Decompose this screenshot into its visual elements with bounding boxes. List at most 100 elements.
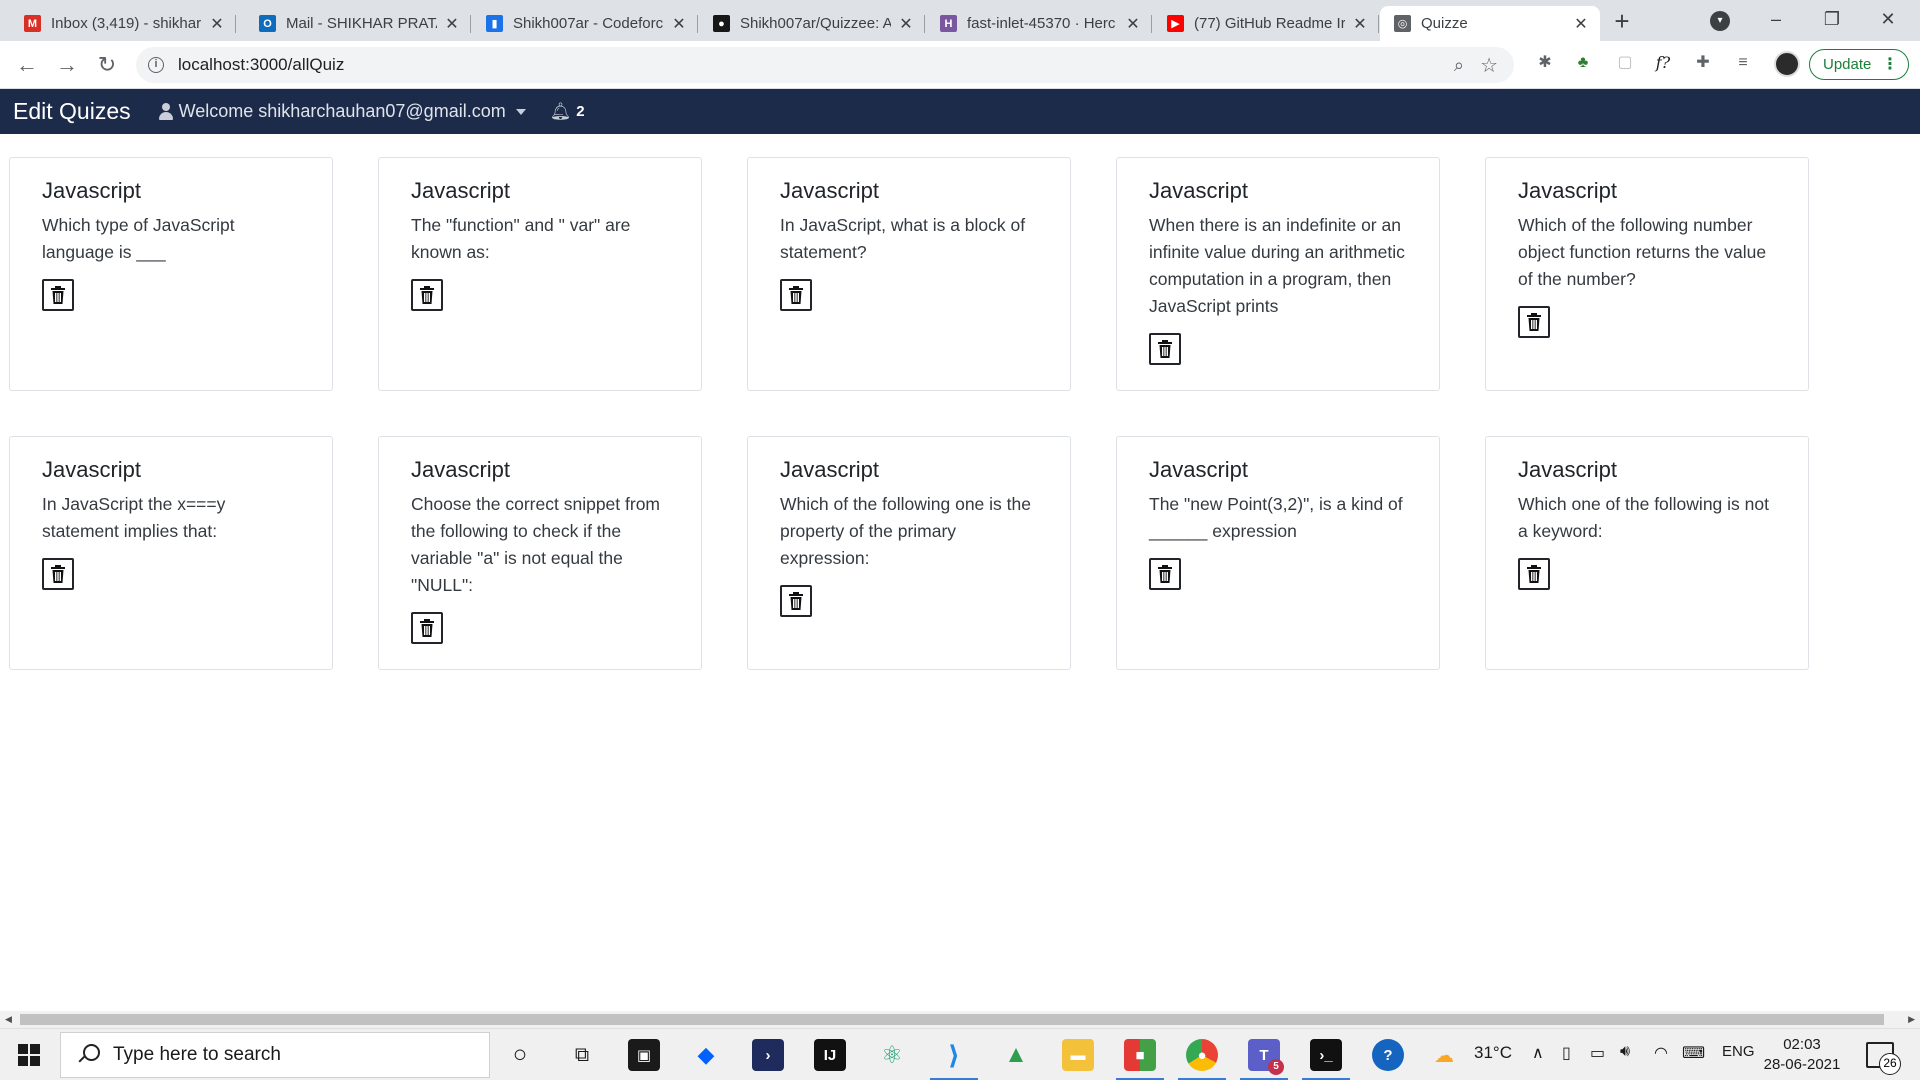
vscode-icon[interactable]: ⟩ — [938, 1039, 970, 1071]
cortana-icon[interactable]: ○ — [504, 1039, 536, 1071]
close-tab-icon[interactable]: ✕ — [1124, 14, 1142, 34]
back-icon[interactable]: ← — [14, 52, 40, 78]
extensions-puzzle-icon[interactable]: ✚ — [1692, 52, 1714, 74]
browser-tab[interactable]: ◎ Quizze ✕ — [1380, 6, 1600, 41]
quiz-question: Which of the following number object fun… — [1518, 215, 1767, 289]
reload-icon[interactable]: ↻ — [94, 52, 120, 78]
address-bar[interactable]: i localhost:3000/allQuiz ⌕ ☆ — [136, 47, 1514, 83]
quiz-question: Choose the correct snippet from the foll… — [411, 494, 661, 595]
terminal-icon[interactable]: ›_ — [1310, 1039, 1342, 1071]
delete-quiz-button[interactable] — [42, 279, 74, 311]
bookmark-star-icon[interactable]: ☆ — [1480, 53, 1498, 78]
notifications[interactable]: 🔔︎ 2 — [550, 102, 585, 122]
formula-extension-icon[interactable]: f? — [1652, 52, 1674, 74]
windows-start-icon[interactable] — [18, 1044, 40, 1066]
close-tab-icon[interactable]: ✕ — [670, 14, 688, 34]
quiz-grid: Javascript Which type of JavaScript langu… — [9, 157, 1809, 670]
quiz-card: Javascript Which one of the following is … — [1485, 436, 1809, 670]
taskbar-search-box[interactable]: Type here to search — [60, 1032, 490, 1078]
winrar-icon[interactable]: ■ — [1124, 1039, 1156, 1071]
tab-separator — [235, 15, 236, 33]
delete-quiz-button[interactable] — [1149, 333, 1181, 365]
delete-quiz-button[interactable] — [411, 612, 443, 644]
delete-quiz-button[interactable] — [411, 279, 443, 311]
dropbox-icon[interactable]: ◆ — [690, 1039, 722, 1071]
trash-icon — [51, 565, 65, 583]
quiz-question: In JavaScript the x===y statement implie… — [42, 494, 226, 541]
update-button[interactable]: Update ⋮ — [1809, 49, 1909, 80]
browser-tab[interactable]: ▶ (77) GitHub Readme Ir ✕ — [1153, 6, 1379, 41]
close-tab-icon[interactable]: ✕ — [443, 14, 461, 34]
teams-icon[interactable]: T5 — [1248, 1039, 1284, 1075]
tray-device-icon[interactable]: ▯ — [1562, 1043, 1571, 1063]
forward-icon[interactable]: → — [54, 52, 80, 78]
address-url[interactable]: localhost:3000/allQuiz — [178, 55, 344, 75]
site-info-icon[interactable]: i — [148, 57, 164, 73]
action-center-icon[interactable]: 26 — [1866, 1042, 1901, 1075]
scrollbar-thumb[interactable] — [20, 1014, 1884, 1025]
trash-icon — [420, 619, 434, 637]
tray-chevron-up-icon[interactable]: ∧ — [1532, 1043, 1544, 1063]
tab-separator — [924, 15, 925, 33]
delete-quiz-button[interactable] — [780, 279, 812, 311]
task-view-icon[interactable]: ⧉ — [566, 1039, 598, 1071]
delete-quiz-button[interactable] — [1518, 306, 1550, 338]
delete-quiz-button[interactable] — [42, 558, 74, 590]
tab-separator — [697, 15, 698, 33]
search-icon — [77, 1044, 100, 1066]
delete-quiz-button[interactable] — [1149, 558, 1181, 590]
store-icon[interactable]: ▣ — [628, 1039, 660, 1071]
language-indicator[interactable]: ENG — [1722, 1043, 1755, 1060]
chrome-icon[interactable]: ● — [1186, 1039, 1218, 1071]
close-tab-icon[interactable]: ✕ — [1572, 14, 1590, 34]
scroll-left-icon[interactable]: ◀ — [5, 1014, 12, 1025]
youtube-icon: ▶ — [1167, 15, 1184, 32]
blank-extension-icon[interactable]: ▢ — [1614, 52, 1636, 74]
wifi-icon[interactable]: ◠ — [1654, 1043, 1668, 1063]
quiz-card: Javascript In JavaScript the x===y statem… — [9, 436, 333, 670]
media-queue-icon[interactable]: ≡ — [1732, 52, 1754, 74]
app-navbar: Edit Quizes Welcome shikharchauhan07@gma… — [0, 89, 1920, 134]
delete-quiz-button[interactable] — [1518, 558, 1550, 590]
close-tab-icon[interactable]: ✕ — [208, 14, 226, 34]
quiz-card: Javascript In JavaScript, what is a block… — [747, 157, 1071, 391]
zoom-icon[interactable]: ⌕ — [1454, 55, 1464, 76]
scroll-right-icon[interactable]: ▶ — [1908, 1014, 1915, 1025]
bug-extension-icon[interactable]: ✱ — [1534, 52, 1556, 74]
weather-icon[interactable]: ☁ — [1434, 1043, 1454, 1068]
tab-search-icon[interactable]: ▾ — [1710, 11, 1730, 31]
close-window-icon[interactable]: ✕ — [1868, 4, 1908, 34]
weather-temperature[interactable]: 31°C — [1474, 1043, 1512, 1063]
minimize-icon[interactable]: – — [1756, 4, 1796, 34]
browser-tab[interactable]: ● Shikh007ar/Quizzee: A ✕ — [699, 6, 925, 41]
browser-tab[interactable]: O Mail - SHIKHAR PRATA ✕ — [245, 6, 471, 41]
html-extension-icon[interactable]: ♣ — [1572, 52, 1594, 74]
browser-tab[interactable]: M Inbox (3,419) - shikhar ✕ — [10, 6, 236, 41]
android-studio-icon[interactable]: ▲ — [1000, 1039, 1032, 1071]
clock[interactable]: 02:03 28-06-2021 — [1762, 1035, 1842, 1075]
atom-icon[interactable]: ⚛ — [876, 1039, 908, 1071]
browser-tab[interactable]: Hfast-inlet-45370 · Herc ✕ — [926, 6, 1152, 41]
browser-menu-icon[interactable]: ⋮ — [1882, 54, 1898, 74]
keyboard-icon[interactable]: ⌨ — [1682, 1043, 1705, 1063]
quiz-question: When there is an indefinite or an infini… — [1149, 215, 1405, 316]
profile-avatar[interactable] — [1774, 51, 1800, 77]
update-label: Update — [1823, 56, 1872, 73]
battery-icon[interactable]: ▭ — [1590, 1043, 1605, 1063]
intellij-icon[interactable]: IJ — [814, 1039, 846, 1071]
user-menu[interactable]: Welcome shikharchauhan07@gmail.com — [157, 101, 526, 122]
restore-icon[interactable]: ❐ — [1812, 4, 1852, 34]
windows-taskbar: Type here to search ○ ⧉ ▣ ◆ › IJ ⚛ ⟩ ▲ ▬… — [0, 1028, 1920, 1080]
navbar-brand[interactable]: Edit Quizes — [13, 98, 131, 125]
quiz-title: Javascript — [1149, 178, 1249, 203]
close-tab-icon[interactable]: ✕ — [897, 14, 915, 34]
horizontal-scrollbar[interactable]: ◀ ▶ — [0, 1011, 1920, 1028]
delete-quiz-button[interactable] — [780, 585, 812, 617]
powershell-icon[interactable]: › — [752, 1039, 784, 1071]
volume-icon[interactable]: 🔊︎ — [1620, 1043, 1630, 1061]
help-icon[interactable]: ? — [1372, 1039, 1404, 1071]
file-explorer-icon[interactable]: ▬ — [1062, 1039, 1094, 1071]
close-tab-icon[interactable]: ✕ — [1351, 14, 1369, 34]
browser-tab[interactable]: ▮ Shikh007ar - Codeforc ✕ — [472, 6, 698, 41]
new-tab-button[interactable]: + — [1608, 8, 1636, 36]
